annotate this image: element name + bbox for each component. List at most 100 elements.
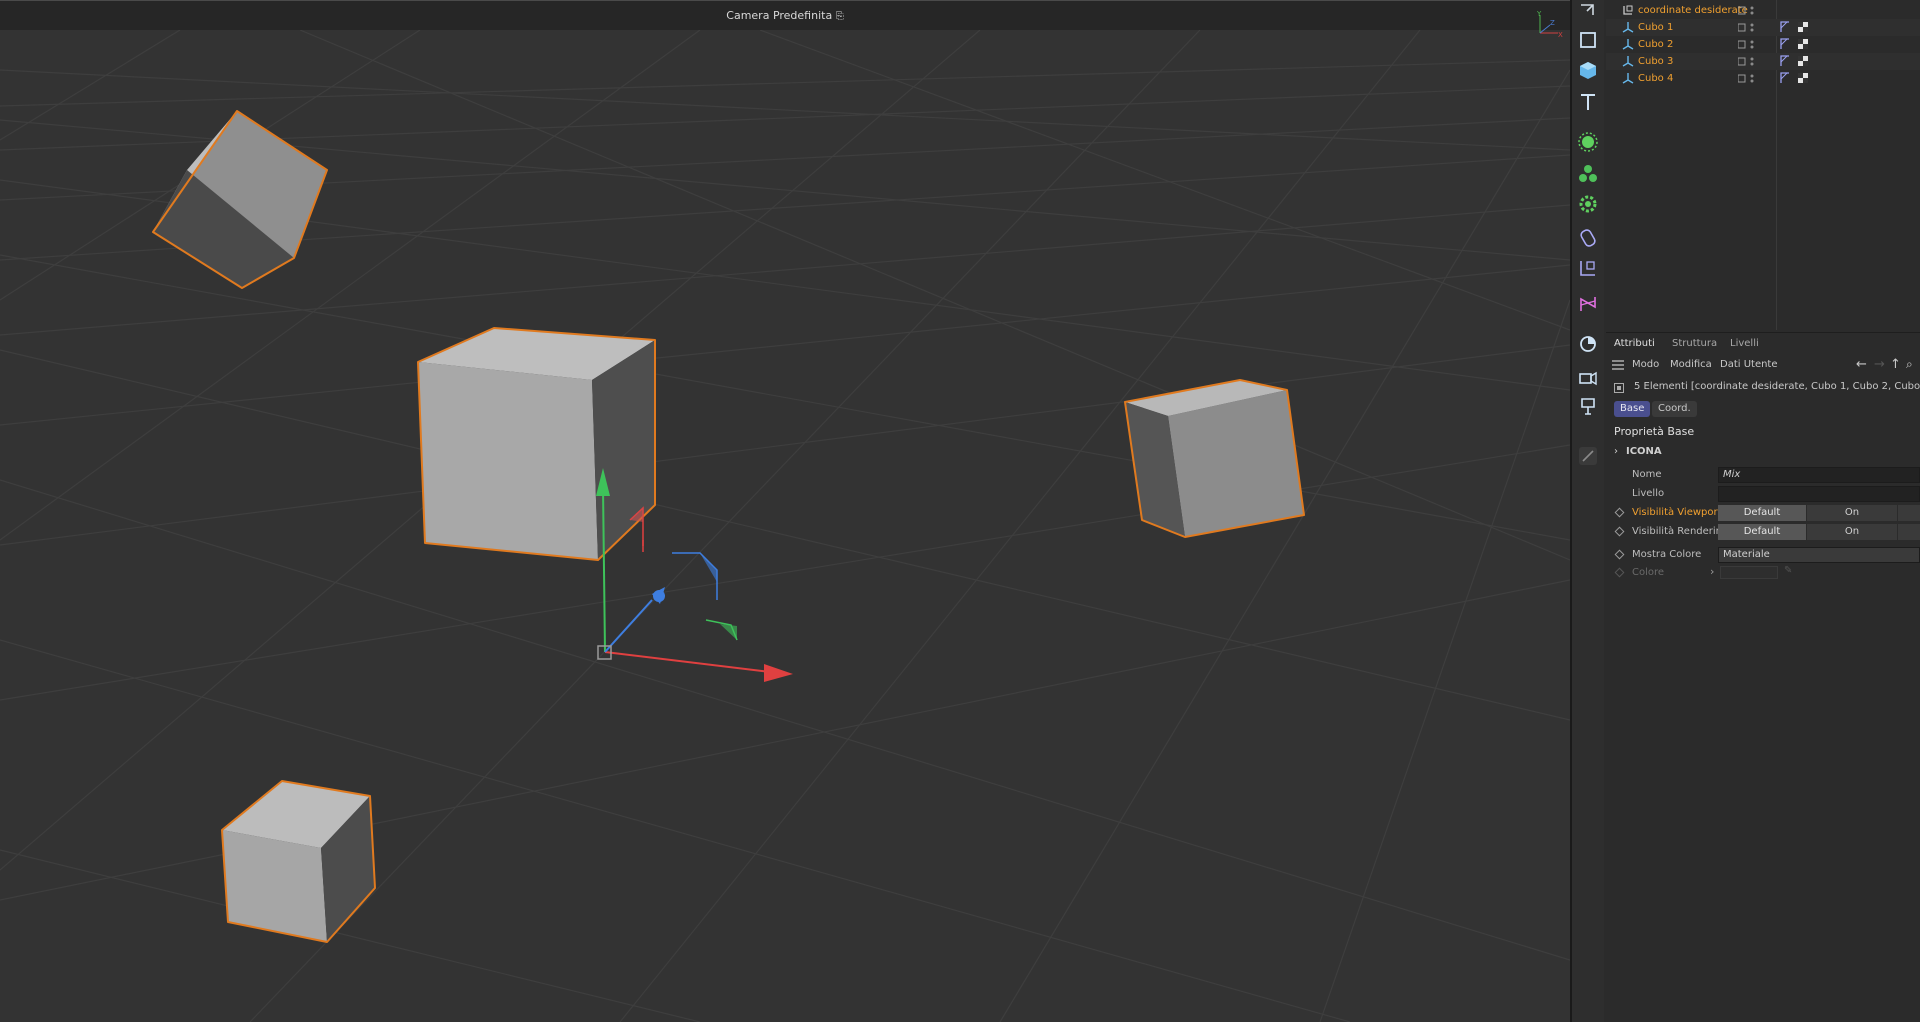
cloner-icon[interactable]: [1576, 162, 1600, 186]
phong-material-tags-icon[interactable]: [1780, 38, 1810, 50]
effector-icon[interactable]: [1576, 192, 1600, 216]
cube-object-b: [417, 327, 656, 561]
cube-object-icon: [1622, 39, 1634, 50]
elements-label: 5 Elementi [coordinate desiderate, Cubo …: [1634, 381, 1920, 392]
livello-field[interactable]: [1718, 486, 1920, 502]
cube-primitive-icon[interactable]: [1576, 58, 1600, 82]
object-row[interactable]: Cubo 1: [1606, 19, 1920, 36]
chevron-right-icon[interactable]: ›: [1710, 565, 1714, 578]
up-arrow-icon[interactable]: ↑: [1890, 357, 1901, 372]
selection-icon: [1614, 383, 1624, 393]
object-row[interactable]: coordinate desiderate: [1606, 2, 1920, 19]
coord-button[interactable]: Coord.: [1652, 401, 1697, 417]
object-row[interactable]: Cubo 4: [1606, 70, 1920, 87]
phong-material-tags-icon[interactable]: [1780, 72, 1810, 84]
visibility-flags-icon[interactable]: [1738, 5, 1758, 16]
tab-struttura[interactable]: Struttura: [1672, 338, 1717, 349]
text-tool-icon[interactable]: [1576, 90, 1600, 114]
3d-viewport[interactable]: Camera Predefinita ⎘ Y Z X: [0, 0, 1570, 1022]
vis-viewport-default[interactable]: Default: [1718, 505, 1806, 521]
object-name[interactable]: Cubo 3: [1638, 53, 1673, 70]
tab-attributi[interactable]: Attributi: [1614, 338, 1655, 349]
cube-object-icon: [1622, 73, 1634, 84]
prop-nome: Nome Mix: [1606, 467, 1920, 483]
search-icon[interactable]: ⌕: [1906, 357, 1913, 372]
menu-modo[interactable]: Modo: [1632, 359, 1659, 370]
attribute-menu-bar: Modo Modifica Dati Utente ← → ↑ ⌕: [1606, 357, 1920, 375]
camera-object-icon[interactable]: [1576, 364, 1600, 388]
attribute-tabs: Attributi Struttura Livelli: [1606, 333, 1920, 355]
object-name[interactable]: Cubo 2: [1638, 36, 1673, 53]
nome-label: Nome: [1632, 469, 1662, 480]
vis-viewport-off[interactable]: [1898, 505, 1920, 521]
livello-label: Livello: [1632, 488, 1665, 499]
keyframe-diamond-icon[interactable]: [1614, 526, 1625, 537]
visibility-flags-icon[interactable]: [1738, 39, 1758, 50]
object-row[interactable]: Cubo 3: [1606, 53, 1920, 70]
light-object-icon[interactable]: [1576, 394, 1600, 418]
deformer-icon[interactable]: [1576, 226, 1600, 250]
axis-y-label: Y: [1536, 10, 1542, 18]
attribute-manager: Attributi Struttura Livelli Modo Modific…: [1606, 332, 1920, 1022]
object-row[interactable]: Cubo 2: [1606, 36, 1920, 53]
colore-label: Colore: [1632, 567, 1665, 578]
vis-rendering-default[interactable]: Default: [1718, 524, 1806, 540]
camera-icon[interactable]: ⎘: [836, 11, 844, 22]
cube-object-c: [1124, 379, 1305, 538]
object-name[interactable]: coordinate desiderate: [1638, 2, 1748, 19]
field-icon[interactable]: [1576, 256, 1600, 280]
scene-canvas[interactable]: [0, 30, 1570, 1022]
prop-colore: Colore › ✎: [1606, 565, 1920, 581]
visibility-flags-icon[interactable]: [1738, 56, 1758, 67]
vis-rendering-on[interactable]: On: [1807, 524, 1897, 540]
nome-field[interactable]: Mix: [1718, 467, 1920, 483]
selected-elements-row: 5 Elementi [coordinate desiderate, Cubo …: [1606, 379, 1920, 397]
environment-icon[interactable]: [1576, 332, 1600, 356]
object-manager: coordinate desiderate Cubo 1 Cubo 2 Cubo…: [1606, 0, 1920, 330]
menu-dati-utente[interactable]: Dati Utente: [1720, 359, 1778, 370]
visibility-flags-icon[interactable]: [1738, 22, 1758, 33]
vertical-toolbar: [1572, 0, 1604, 1022]
cube-object-icon: [1622, 22, 1634, 33]
prop-livello: Livello: [1606, 486, 1920, 502]
eyedropper-icon: ✎: [1784, 565, 1793, 576]
forward-arrow-icon[interactable]: →: [1874, 357, 1885, 372]
vis-rendering-label: Visibilità Rendering: [1632, 526, 1729, 537]
prop-mostra-colore: Mostra Colore Materiale: [1606, 547, 1920, 563]
spline-modifier-icon[interactable]: [1576, 292, 1600, 316]
page-buttons: Base Coord.: [1606, 399, 1920, 419]
camera-label[interactable]: Camera Predefinita ⎘: [0, 9, 1570, 22]
tab-livelli[interactable]: Livelli: [1730, 338, 1759, 349]
group-icona-label[interactable]: ICONA: [1626, 446, 1662, 457]
chevron-right-icon[interactable]: ›: [1614, 446, 1618, 457]
cube-object-icon: [1622, 56, 1634, 67]
vis-viewport-on[interactable]: On: [1807, 505, 1897, 521]
object-name[interactable]: Cubo 4: [1638, 70, 1673, 87]
color-swatch: [1720, 566, 1778, 579]
axis-z-label: Z: [1550, 19, 1555, 27]
mostra-colore-label: Mostra Colore: [1632, 549, 1702, 560]
base-button[interactable]: Base: [1614, 401, 1651, 417]
section-title: Proprietà Base: [1614, 425, 1695, 438]
tool-export-icon[interactable]: [1576, 0, 1600, 24]
camera-name[interactable]: Camera Predefinita: [726, 9, 832, 22]
hamburger-menu-icon[interactable]: [1612, 360, 1624, 370]
back-arrow-icon[interactable]: ←: [1856, 357, 1867, 372]
mostra-colore-select[interactable]: Materiale: [1718, 547, 1920, 563]
keyframe-diamond-icon[interactable]: [1614, 549, 1625, 560]
prop-vis-rendering: Visibilità Rendering Default On: [1606, 524, 1920, 540]
generator-icon[interactable]: [1576, 130, 1600, 154]
vis-viewport-label: Visibilità Viewport: [1632, 507, 1722, 518]
rectangle-tool-icon[interactable]: [1576, 28, 1600, 52]
edit-pen-icon[interactable]: [1576, 444, 1600, 468]
phong-material-tags-icon[interactable]: [1780, 55, 1810, 67]
keyframe-diamond-icon[interactable]: [1614, 507, 1625, 518]
null-object-icon: [1623, 5, 1633, 15]
object-name[interactable]: Cubo 1: [1638, 19, 1673, 36]
menu-modifica[interactable]: Modifica: [1670, 359, 1712, 370]
group-icona[interactable]: › ICONA: [1614, 446, 1662, 457]
vis-rendering-off[interactable]: [1898, 524, 1920, 540]
cube-object-d: [221, 780, 376, 943]
phong-material-tags-icon[interactable]: [1780, 21, 1810, 33]
visibility-flags-icon[interactable]: [1738, 73, 1758, 84]
